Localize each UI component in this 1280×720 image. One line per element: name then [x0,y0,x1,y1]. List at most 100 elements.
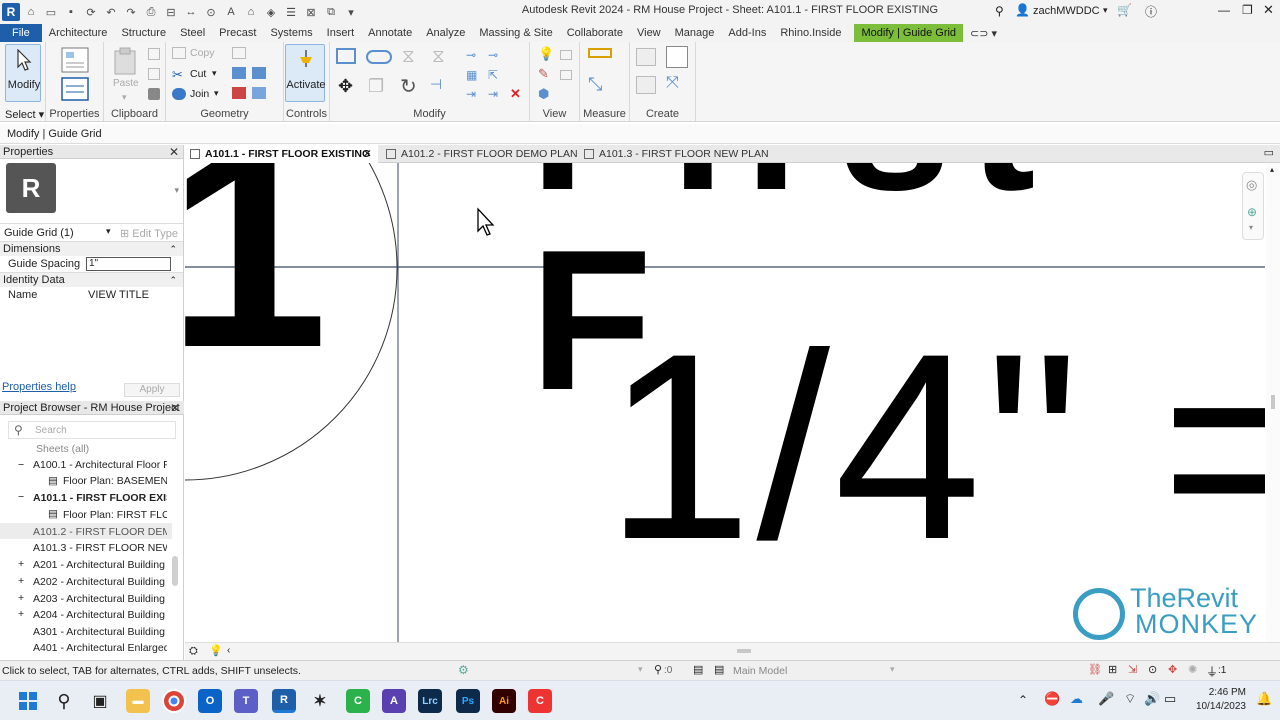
tree-item-a301[interactable]: A301 - Architectural Building S [33,626,167,638]
onedrive-icon[interactable]: ☁ [1070,691,1083,707]
split-face-icon[interactable] [232,67,246,79]
customize-qat-icon[interactable]: ▾ [342,3,360,21]
instance-filter-chevron-icon[interactable]: ▾ [106,226,111,237]
guide-spacing-input[interactable]: 1" [86,257,171,271]
tree-item-a401[interactable]: A401 - Architectural Enlarged V [33,642,167,654]
revit-taskbar-icon[interactable]: R [272,689,296,713]
tree-collapse-icon[interactable]: − [18,491,24,503]
section-icon[interactable]: ◈ [262,3,280,21]
vertical-scroll-thumb[interactable] [1271,395,1275,409]
illustrator-icon[interactable]: Ai [492,689,516,713]
tree-expand-icon[interactable]: + [18,575,24,587]
close-window-icon[interactable]: ✕ [1263,2,1274,18]
move-icon[interactable]: ✥ [338,76,353,97]
3d-view-icon[interactable]: ⌂ [242,3,260,21]
workset-dropdown-icon[interactable]: ▾ [638,664,643,675]
doc-tab-a101-3[interactable]: A101.3 - FIRST FLOOR NEW PLAN [579,145,779,163]
drawing-canvas[interactable]: 1 First F 1/4" = TheRevit MONKEY [185,163,1265,642]
cope-icon[interactable] [172,47,186,59]
reveal-hidden-icon[interactable]: 💡 [209,644,223,657]
tree-item-first-floor-plan[interactable]: Floor Plan: FIRST FLOOR [63,509,167,521]
unpin-icon[interactable]: ⇥ [488,87,498,101]
type-selector-chevron-icon[interactable]: ▾ [174,185,179,196]
select-by-face-icon[interactable]: ⊙ [1148,663,1157,676]
recorder-icon[interactable]: C [528,689,552,713]
tree-item-a101-1[interactable]: A101.1 - FIRST FLOOR EXISTI [33,492,167,504]
modify-button[interactable]: Modify [5,44,41,102]
tab-systems[interactable]: Systems [263,24,319,42]
tree-item-a203[interactable]: A203 - Architectural Building E [33,593,167,605]
properties-close-icon[interactable]: ✕ [169,145,179,159]
tab-modify-guide-grid[interactable]: Modify | Guide Grid [854,24,964,42]
select-pinned-icon[interactable]: ⇲ [1128,663,1137,676]
wall-joins-icon[interactable] [232,47,246,59]
join-dropdown-icon[interactable]: ▾ [214,88,219,99]
cut-clipboard-icon[interactable] [148,68,160,80]
scroll-left-icon[interactable]: ‹ [227,645,230,656]
camtasia-icon[interactable]: C [346,689,370,713]
tree-expand-icon[interactable]: + [18,592,24,604]
save-icon[interactable]: ▪ [62,3,80,21]
view-tool-icon[interactable] [560,50,572,60]
tree-item-a100-1[interactable]: A100.1 - Architectural Floor Pla [33,459,167,471]
lightroom-icon[interactable]: Lrc [418,689,442,713]
close-hidden-icon[interactable]: ⊠ [302,3,320,21]
doc-tab-close-icon[interactable]: ✕ [363,145,372,163]
open-folder-icon[interactable]: ▭ [42,3,60,21]
offset-icon[interactable] [366,50,392,64]
cut-dropdown-icon[interactable]: ▾ [212,68,217,79]
join-label[interactable]: Join [190,88,209,100]
delete-icon[interactable]: ✕ [510,86,521,102]
task-view-icon[interactable]: ▣ [88,689,112,713]
create-parts-icon[interactable] [666,46,688,68]
tree-item-basement-plan[interactable]: Floor Plan: BASEMENT [63,475,167,487]
select-links-icon[interactable]: ⛓ [1088,663,1102,676]
mirror-axis-icon[interactable]: ⧖ [402,46,415,67]
rotate-icon[interactable]: ↻ [400,74,417,99]
copy-clipboard-icon[interactable] [148,48,160,60]
tree-item-a204[interactable]: A204 - Architectural Building E [33,609,167,621]
browser-search-box[interactable]: ⚲ Search [8,421,176,439]
teams-icon[interactable]: T [234,689,258,713]
project-browser-close-icon[interactable]: ✕ [170,401,180,415]
split-gap-icon[interactable]: ⊸ [488,48,498,62]
select-underlay-icon[interactable]: ⊞ [1108,663,1117,676]
paste-icon[interactable] [112,46,138,76]
select-dropdown[interactable]: Select ▾ [5,108,44,121]
properties-icon[interactable] [60,46,90,74]
search-input[interactable]: Search [35,425,67,436]
tab-annotate[interactable]: Annotate [361,24,419,42]
wifi-icon[interactable]: ⌔ [1124,691,1136,707]
cart-icon[interactable]: 🛒 [1117,3,1132,17]
thin-lines-icon[interactable]: ☰ [282,3,300,21]
properties-help-link[interactable]: Properties help [2,381,76,393]
cope-label[interactable]: Copy [190,47,215,59]
align-icon[interactable] [336,48,356,64]
vertical-scrollbar[interactable]: ▴ [1266,163,1280,642]
measure-between-icon[interactable] [588,48,612,58]
revit-logo[interactable]: R [2,3,20,21]
chrome-icon[interactable] [162,689,186,713]
tree-expand-icon[interactable]: + [18,558,24,570]
browser-scrollbar[interactable] [172,556,178,586]
create-group-icon[interactable] [636,76,656,94]
background-process-icon[interactable]: ✺ [1188,663,1197,676]
worksharing-icon[interactable]: ⚙ [458,663,469,677]
tag-icon[interactable]: ⊙ [202,3,220,21]
restore-icon[interactable]: ❐ [1242,3,1253,17]
battery-icon[interactable]: ▭ [1164,691,1176,707]
user-name[interactable]: zachMWDDC [1033,5,1100,17]
pin-icon[interactable]: ⇥ [466,87,476,101]
windows-start-icon[interactable] [16,689,40,713]
user-icon[interactable]: 👤 [1015,3,1030,17]
detail-level-icon[interactable]: ⛭ [189,645,198,658]
measure-icon[interactable]: ⊟ [162,3,180,21]
horizontal-scroll-thumb[interactable] [737,649,751,653]
editable-icon[interactable]: ⚲ [654,663,662,676]
cut-label[interactable]: Cut [190,68,206,80]
name-value[interactable]: VIEW TITLE [88,289,149,301]
file-explorer-icon[interactable]: ▬ [126,689,150,713]
ribbon-display-toggle-icon[interactable]: ⊂⊃ ▾ [963,24,1004,42]
mirror-draw-icon[interactable]: ⧖ [432,46,445,67]
microphone-icon[interactable]: 🎤 [1098,691,1114,707]
